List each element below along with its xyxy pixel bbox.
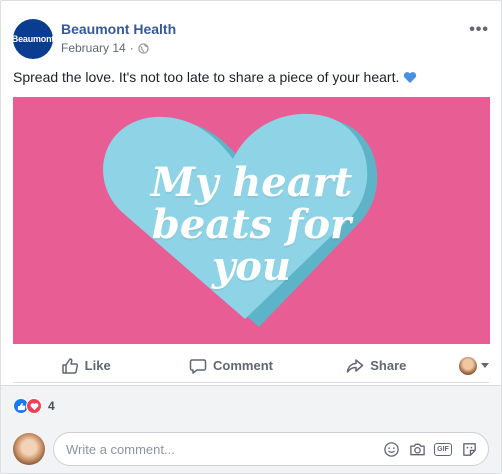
camera-icon — [409, 443, 425, 455]
comment-label: Comment — [213, 358, 273, 373]
like-button[interactable]: Like — [13, 350, 158, 382]
comment-input[interactable] — [66, 441, 374, 457]
post-meta: February 14 · — [61, 41, 149, 55]
blue-heart-emoji-icon — [404, 71, 417, 83]
gif-button[interactable]: GIF — [434, 440, 452, 458]
post-image[interactable]: My heart beats for you — [13, 97, 490, 344]
sticker-icon — [462, 442, 476, 456]
post-footer: 4 Write a comment... GIF — [1, 385, 501, 473]
comment-composer: GIF — [13, 432, 489, 466]
image-caption: My heart beats for you — [13, 97, 490, 344]
post-message: Spread the love. It's not too late to sh… — [13, 69, 417, 85]
post-actions: Like Comment Share — [13, 349, 489, 383]
globe-icon[interactable] — [138, 42, 149, 54]
emoji-button[interactable] — [382, 440, 400, 458]
chevron-down-icon — [480, 363, 489, 368]
photo-button[interactable] — [408, 440, 426, 458]
reactions-summary[interactable]: 4 — [13, 398, 55, 414]
thumbs-up-icon — [61, 357, 78, 374]
post-header: Beaumont Beaumont Health February 14 · •… — [11, 13, 489, 59]
post-message-text: Spread the love. It's not too late to sh… — [13, 69, 400, 85]
reaction-count: 4 — [48, 399, 55, 413]
image-line-3: you — [211, 242, 291, 290]
sticker-button[interactable] — [460, 440, 478, 458]
post-as-selector[interactable] — [449, 356, 489, 375]
comment-button[interactable]: Comment — [158, 350, 303, 382]
user-avatar[interactable] — [13, 433, 45, 465]
gif-icon: GIF — [434, 442, 452, 456]
love-reaction-icon — [26, 398, 42, 414]
smiley-icon — [383, 441, 399, 457]
page-avatar[interactable]: Beaumont — [11, 19, 55, 59]
image-line-2: beats for — [151, 200, 352, 248]
like-label: Like — [84, 358, 111, 373]
image-line-1: My heart — [150, 158, 353, 206]
comment-bubble-icon — [189, 358, 207, 374]
comment-box[interactable]: GIF — [53, 432, 489, 466]
share-button[interactable]: Share — [304, 350, 449, 382]
post-card: Beaumont Beaumont Health February 14 · •… — [0, 0, 502, 474]
post-date[interactable]: February 14 — [61, 41, 126, 55]
logo-wordmark: Beaumont — [11, 34, 55, 44]
viewer-avatar — [458, 356, 477, 375]
share-arrow-icon — [347, 358, 364, 373]
more-options-button[interactable]: ••• — [469, 21, 489, 39]
page-name-link[interactable]: Beaumont Health — [61, 21, 176, 37]
share-label: Share — [370, 358, 407, 373]
